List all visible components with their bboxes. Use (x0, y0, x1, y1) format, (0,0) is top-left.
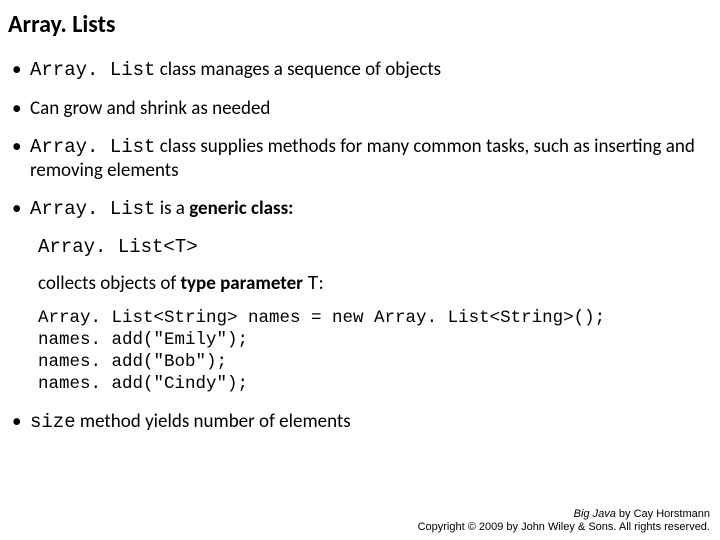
bullet-dot: • (12, 410, 30, 435)
code-block: Array. List<String> names = new Array. L… (38, 308, 708, 396)
bullet-text: size method yields number of elements (30, 410, 708, 435)
text-span: : (319, 272, 324, 295)
author: by Cay Horstmann (616, 508, 710, 520)
bullet-dot: • (12, 135, 30, 184)
bullet-dot: • (12, 58, 30, 83)
code-span: T (307, 273, 318, 295)
bold-span: type parameter (180, 272, 303, 295)
footer-line2: Copyright © 2009 by John Wiley & Sons. A… (418, 521, 710, 534)
code-span: Array. List (30, 59, 155, 81)
text-span: class manages a sequence of objects (155, 58, 441, 81)
bullet-item: • size method yields number of elements (8, 410, 708, 435)
code-span: size (30, 411, 76, 433)
bullet-item: • Array. List class supplies methods for… (8, 135, 708, 184)
text-span: is a (155, 197, 189, 220)
bullet-dot: • (12, 97, 30, 121)
bullet-item: • Array. List is a generic class: (8, 197, 708, 222)
bullet-item: • Array. List class manages a sequence o… (8, 58, 708, 83)
code-span: Array. List (30, 136, 155, 158)
footer: Big Java by Cay Horstmann Copyright © 20… (418, 508, 710, 534)
book-title: Big Java (574, 508, 616, 520)
bullet-text: Array. List class supplies methods for m… (30, 135, 708, 184)
code-span: Array. List (30, 198, 155, 220)
bullet-text: Array. List class manages a sequence of … (30, 58, 708, 83)
bold-span: generic class: (189, 197, 293, 220)
bullet-text: Can grow and shrink as needed (30, 97, 708, 121)
text-span: method yields number of elements (76, 410, 351, 433)
slide-title: Array. Lists (8, 10, 708, 40)
text-span: collects objects of (38, 272, 180, 295)
bullet-dot: • (12, 197, 30, 222)
bullet-item: • Can grow and shrink as needed (8, 97, 708, 121)
generic-example: Array. List<T> (38, 236, 708, 260)
collects-text: collects objects of type parameter T: (38, 272, 708, 297)
footer-line1: Big Java by Cay Horstmann (418, 508, 710, 521)
bullet-text: Array. List is a generic class: (30, 197, 708, 222)
